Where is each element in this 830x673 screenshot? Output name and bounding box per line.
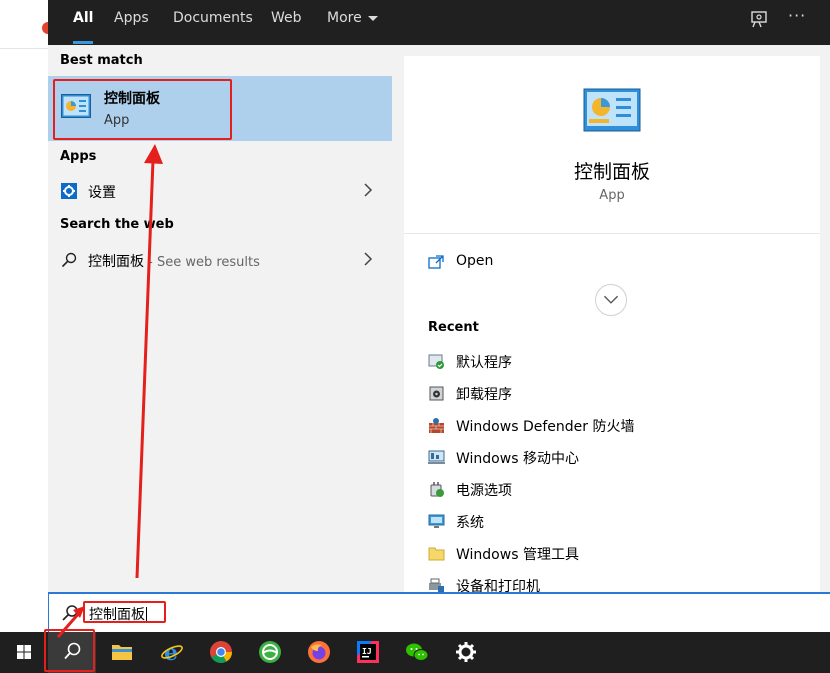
svg-text:e: e (164, 640, 178, 664)
open-label: Open (456, 253, 494, 269)
taskbar-search-button[interactable] (48, 632, 96, 673)
tab-apps[interactable]: Apps (101, 0, 162, 45)
search-icon (62, 605, 78, 621)
detail-header: 控制面板 App (404, 56, 820, 234)
search-box[interactable]: 控制面板 (48, 592, 830, 632)
taskbar-internet-explorer[interactable]: e (148, 632, 196, 673)
taskbar-wechat[interactable] (393, 632, 441, 673)
search-query: 控制面板 (89, 607, 145, 623)
background-divider (0, 48, 48, 49)
taskbar-chrome[interactable] (197, 632, 245, 673)
detail-pane: 控制面板 App Open Recent 默认程序 卸载程序 Windows D… (404, 56, 820, 632)
expand-chevron-icon[interactable] (595, 284, 627, 316)
text-cursor (146, 607, 147, 623)
settings-label: 设置 (88, 185, 116, 201)
taskbar-firefox[interactable] (295, 632, 343, 673)
file-explorer-icon (112, 645, 132, 660)
recent-item-label: Windows 移动中心 (456, 451, 579, 467)
chrome-icon (210, 641, 232, 663)
uninstall-icon (429, 386, 444, 401)
taskbar-settings[interactable] (442, 632, 490, 673)
ie-icon: e (161, 640, 183, 664)
start-icon (17, 645, 31, 659)
chevron-right-icon[interactable] (363, 252, 373, 266)
search-icon (64, 642, 81, 660)
list-item-web-search[interactable]: 控制面板 - See web results (48, 243, 392, 277)
firefox-icon (308, 641, 330, 663)
search-tabs-bar: All Apps Documents Web More ··· (48, 0, 830, 45)
start-button[interactable] (0, 632, 48, 673)
recent-item-label: Windows Defender 防火墙 (456, 419, 635, 435)
browser-360-icon (259, 641, 281, 663)
tab-more-label: More (327, 10, 362, 26)
search-web-heading: Search the web (60, 217, 174, 232)
control-panel-icon (583, 88, 641, 132)
wechat-icon (406, 643, 429, 661)
taskbar: e IJ (0, 632, 830, 673)
power-options-icon (430, 482, 444, 497)
search-icon (61, 252, 77, 268)
open-icon (428, 255, 444, 269)
chevron-down-icon (367, 15, 378, 21)
settings-icon (456, 642, 476, 662)
taskbar-intellij[interactable]: IJ (344, 632, 392, 673)
firewall-icon (429, 418, 444, 433)
best-match-heading: Best match (60, 53, 143, 68)
recent-item-label: 卸载程序 (456, 387, 512, 403)
list-item-settings[interactable]: 设置 (48, 174, 392, 208)
best-match-name: 控制面板 (104, 91, 160, 107)
default-programs-icon (428, 354, 444, 369)
svg-text:IJ: IJ (362, 647, 372, 656)
intellij-icon: IJ (357, 641, 379, 663)
tab-documents[interactable]: Documents (160, 0, 266, 45)
best-match-type: App (104, 113, 130, 128)
folder-icon (428, 547, 445, 561)
taskbar-file-explorer[interactable] (98, 632, 146, 673)
recent-item-label: 电源选项 (456, 483, 512, 499)
taskbar-360-browser[interactable] (246, 632, 294, 673)
recent-heading: Recent (428, 320, 479, 335)
tab-web[interactable]: Web (258, 0, 315, 45)
more-options-icon[interactable]: ··· (788, 6, 806, 25)
background-window (0, 0, 54, 632)
recent-item-label: 默认程序 (456, 355, 512, 371)
feedback-icon[interactable] (748, 9, 770, 31)
chevron-right-icon[interactable] (363, 183, 373, 197)
mobility-center-icon (428, 450, 445, 464)
web-search-label: 控制面板 - See web results (88, 251, 260, 271)
detail-app-type: App (599, 188, 625, 203)
web-search-suffix: - See web results (144, 255, 260, 270)
tab-all[interactable]: All (60, 0, 106, 45)
recent-item-label: 系统 (456, 515, 484, 531)
detail-app-name: 控制面板 (573, 161, 650, 183)
apps-heading: Apps (60, 149, 97, 164)
system-icon (428, 514, 445, 528)
search-input[interactable]: 控制面板 (89, 604, 147, 624)
search-flyout: All Apps Documents Web More ··· Best mat… (48, 0, 830, 632)
tab-more[interactable]: More (314, 0, 391, 45)
best-match-item[interactable]: 控制面板 App (48, 76, 392, 141)
settings-icon (61, 183, 77, 199)
web-search-query: 控制面板 (88, 254, 144, 270)
recent-item-label: Windows 管理工具 (456, 547, 579, 563)
control-panel-icon (61, 94, 91, 118)
